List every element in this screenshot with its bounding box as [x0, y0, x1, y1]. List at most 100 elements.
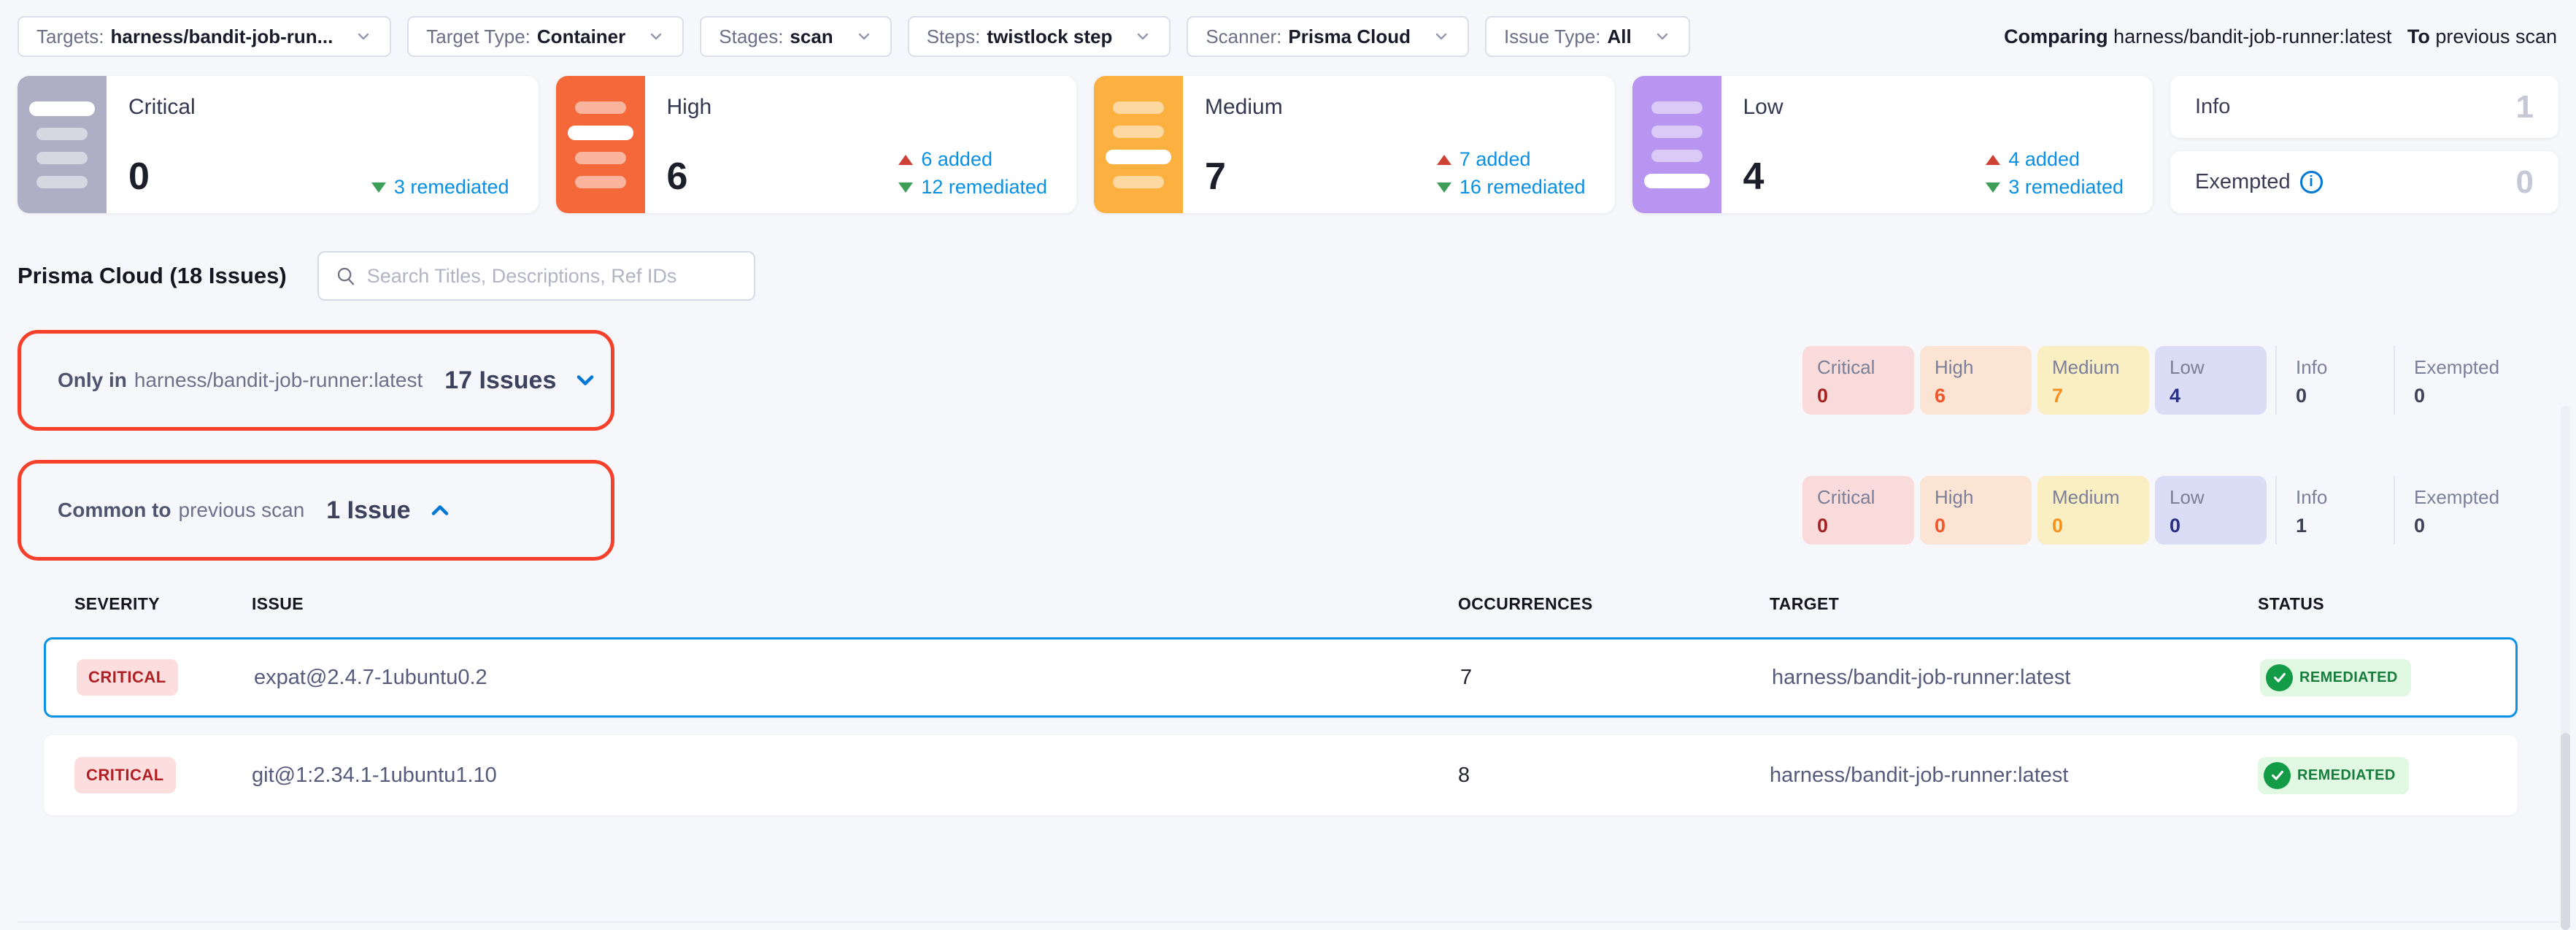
severity-badge: CRITICAL — [77, 659, 178, 696]
pill-exempted: Exempted 0 — [2394, 476, 2503, 545]
group-only-in-header[interactable]: Only in harness/bandit-job-runner:latest… — [18, 330, 614, 431]
pill-info: Info 1 — [2275, 476, 2385, 545]
column-header-occurrences: OCCURRENCES — [1430, 594, 1748, 614]
severity-badge: CRITICAL — [74, 757, 176, 793]
severity-card-low: Low 4 4 added 3 remediated — [1632, 76, 2153, 213]
pill-high: High 0 — [1920, 476, 2032, 545]
group-common-to-header[interactable]: Common to previous scan 1 Issue — [18, 460, 614, 561]
remediated-link[interactable]: 3 remediated — [371, 176, 509, 199]
filter-label: Scanner: — [1206, 26, 1281, 48]
table-row[interactable]: CRITICAL git@1:2.34.1-1ubuntu1.10 8 harn… — [44, 735, 2518, 815]
filter-stages[interactable]: Stages: scan — [700, 16, 891, 57]
filter-steps[interactable]: Steps: twistlock step — [908, 16, 1171, 57]
pill-low: Low 0 — [2155, 476, 2267, 545]
check-circle-icon — [2264, 762, 2291, 789]
group-common-to: Common to previous scan 1 Issue Critical… — [18, 460, 2558, 561]
chevron-down-icon — [355, 28, 372, 45]
exempted-card-label: Exempted — [2195, 170, 2291, 194]
comparing-label: Comparing — [2004, 26, 2108, 47]
chevron-down-icon — [1134, 28, 1152, 45]
pill-critical: Critical 0 — [1802, 476, 1914, 545]
severity-card-label: Medium — [1205, 95, 1593, 120]
pill-medium: Medium 0 — [2037, 476, 2149, 545]
info-exempted-column: Info 1 Exempted 0 — [2170, 76, 2558, 213]
exempted-card: Exempted 0 — [2170, 151, 2558, 213]
issue-name: expat@2.4.7-1ubuntu0.2 — [225, 666, 1432, 690]
comparing-summary: Comparing harness/bandit-job-runner:late… — [2004, 26, 2557, 48]
severity-summary-row: Critical 0 3 remediated High 6 — [18, 76, 2558, 213]
group-prefix: Only in — [58, 369, 127, 392]
occurrences-count: 8 — [1430, 764, 1748, 788]
scan-results-page: Targets: harness/bandit-job-run... Targe… — [0, 0, 2576, 930]
page-title: Prisma Cloud (18 Issues) — [18, 263, 287, 289]
high-severity-icon — [556, 76, 645, 213]
severity-card-label: High — [667, 95, 1055, 120]
severity-card-medium: Medium 7 7 added 16 remediated — [1094, 76, 1615, 213]
filter-label: Targets: — [36, 26, 104, 48]
remediated-link[interactable]: 16 remediated — [1437, 176, 1586, 199]
pill-exempted: Exempted 0 — [2394, 346, 2503, 415]
comparing-to-label: To — [2407, 26, 2430, 47]
group-scope: previous scan — [179, 499, 305, 522]
filter-label: Issue Type: — [1504, 26, 1601, 48]
added-link[interactable]: 4 added — [1986, 148, 2080, 171]
chevron-down-icon — [572, 367, 598, 393]
filter-targets[interactable]: Targets: harness/bandit-job-run... — [18, 16, 391, 57]
issues-section-header: Prisma Cloud (18 Issues) — [18, 251, 2558, 301]
filter-label: Stages: — [719, 26, 783, 48]
status-badge: REMEDIATED — [2258, 757, 2409, 794]
triangle-down-icon — [371, 182, 386, 193]
comparing-baseline: previous scan — [2435, 26, 2557, 47]
scrollbar-thumb[interactable] — [2561, 733, 2570, 930]
occurrences-count: 7 — [1432, 666, 1750, 690]
remediated-link[interactable]: 12 remediated — [898, 176, 1047, 199]
exempted-card-count: 0 — [2516, 164, 2534, 201]
filter-bar: Targets: harness/bandit-job-run... Targe… — [0, 0, 2576, 57]
group-issue-count: 1 Issue — [326, 496, 410, 525]
filter-value: Container — [537, 26, 625, 48]
critical-severity-icon — [18, 76, 107, 213]
pill-low: Low 4 — [2155, 346, 2267, 415]
group-issue-count: 17 Issues — [444, 366, 556, 395]
search-icon — [335, 265, 357, 287]
status-badge: REMEDIATED — [2260, 659, 2411, 696]
column-header-target: TARGET — [1748, 594, 2248, 614]
filter-value: twistlock step — [987, 26, 1112, 48]
added-link[interactable]: 7 added — [1437, 148, 1531, 171]
filter-value: scan — [790, 26, 833, 48]
row-divider — [18, 921, 2558, 923]
info-card: Info 1 — [2170, 76, 2558, 138]
target-name: harness/bandit-job-runner:latest — [1750, 666, 2250, 690]
medium-severity-icon — [1094, 76, 1183, 213]
pill-medium: Medium 7 — [2037, 346, 2149, 415]
added-link[interactable]: 6 added — [898, 148, 992, 171]
filter-value: Prisma Cloud — [1288, 26, 1411, 48]
group-scope: harness/bandit-job-runner:latest — [134, 369, 423, 392]
filter-value: All — [1608, 26, 1632, 48]
info-circle-icon[interactable] — [2300, 171, 2323, 193]
triangle-up-icon — [898, 155, 913, 165]
chevron-down-icon — [1654, 28, 1671, 45]
chevron-down-icon — [647, 28, 665, 45]
filter-scanner[interactable]: Scanner: Prisma Cloud — [1187, 16, 1469, 57]
chevron-down-icon — [1432, 28, 1450, 45]
table-header: SEVERITY ISSUE OCCURRENCES TARGET STATUS — [44, 594, 2518, 637]
info-card-count: 1 — [2516, 89, 2534, 126]
triangle-down-icon — [1437, 182, 1451, 193]
remediated-link[interactable]: 3 remediated — [1986, 176, 2124, 199]
column-header-severity: SEVERITY — [44, 594, 223, 614]
filter-label: Target Type: — [426, 26, 531, 48]
issue-name: git@1:2.34.1-1ubuntu1.10 — [223, 764, 1430, 788]
group-only-in: Only in harness/bandit-job-runner:latest… — [18, 330, 2558, 431]
table-row[interactable]: CRITICAL expat@2.4.7-1ubuntu0.2 7 harnes… — [44, 637, 2518, 718]
pill-critical: Critical 0 — [1802, 346, 1914, 415]
severity-pills: Critical 0 High 6 Medium 7 Low 4 Info 0 … — [1802, 346, 2503, 415]
search-input[interactable] — [367, 265, 738, 288]
target-name: harness/bandit-job-runner:latest — [1748, 764, 2248, 788]
info-card-label: Info — [2195, 95, 2230, 119]
pill-info: Info 0 — [2275, 346, 2385, 415]
filter-target-type[interactable]: Target Type: Container — [407, 16, 684, 57]
severity-card-critical: Critical 0 3 remediated — [18, 76, 539, 213]
filter-issue-type[interactable]: Issue Type: All — [1485, 16, 1690, 57]
severity-pills: Critical 0 High 0 Medium 0 Low 0 Info 1 … — [1802, 476, 2503, 545]
